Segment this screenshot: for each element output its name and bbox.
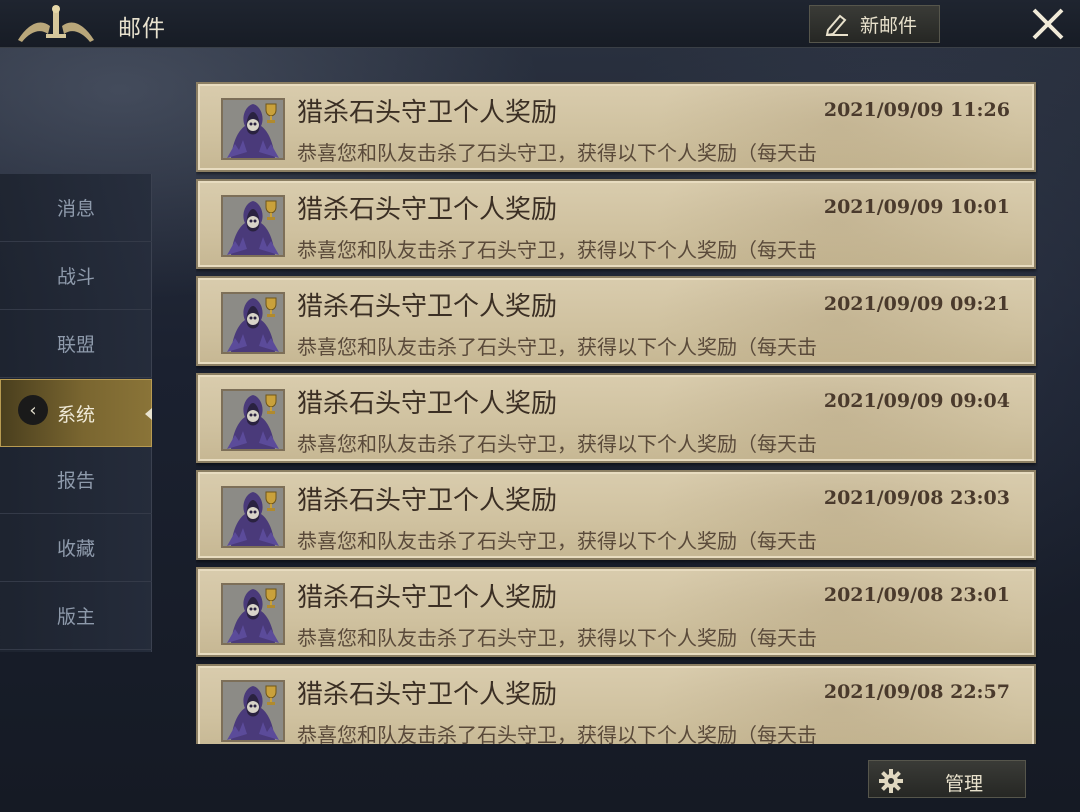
mail-title: 猎杀石头守卫个人奖励 [297, 98, 558, 128]
sidebar-item-label: 战斗 [56, 266, 95, 288]
mail-preview: 恭喜您和队友击杀了石头守卫，获得以下个人奖励（每天击 [297, 141, 817, 165]
header-bar: 邮件 新邮件 [0, 0, 1080, 48]
mail-timestamp: 2021/09/08 22:57 [823, 681, 1010, 703]
sidebar-item-label: 消息 [56, 198, 95, 220]
manage-button[interactable]: 管理 [868, 760, 1026, 798]
sidebar-item-label: 联盟 [56, 334, 95, 356]
sidebar-item-favorites[interactable]: 收藏 [0, 514, 152, 582]
mail-title: 猎杀石头守卫个人奖励 [297, 389, 558, 419]
mail-preview: 恭喜您和队友击杀了石头守卫，获得以下个人奖励（每天击 [297, 238, 817, 262]
sidebar-item-label: 报告 [56, 470, 95, 492]
sidebar-item-reports[interactable]: 报告 [0, 446, 152, 514]
mail-preview: 恭喜您和队友击杀了石头守卫，获得以下个人奖励（每天击 [297, 529, 817, 553]
active-indicator [145, 408, 152, 420]
mail-title: 猎杀石头守卫个人奖励 [297, 486, 558, 516]
sidebar-item-system[interactable]: ‹ 系统 [0, 379, 152, 447]
trophy-icon [265, 491, 277, 511]
trophy-icon [265, 200, 277, 220]
trophy-icon [265, 297, 277, 317]
sidebar-item-moderator[interactable]: 版主 [0, 582, 152, 650]
mail-title: 猎杀石头守卫个人奖励 [297, 292, 558, 322]
mail-list[interactable]: 猎杀石头守卫个人奖励 2021/09/09 11:26 恭喜您和队友击杀了石头守… [196, 82, 1038, 744]
trophy-icon [265, 685, 277, 705]
sidebar-item-battle[interactable]: 战斗 [0, 242, 152, 310]
mail-timestamp: 2021/09/09 09:04 [823, 390, 1010, 412]
pencil-icon [825, 14, 848, 36]
hooded-skull-icon [221, 292, 285, 354]
page-title: 邮件 [118, 16, 166, 42]
trophy-icon [265, 394, 277, 414]
mail-item[interactable]: 猎杀石头守卫个人奖励 2021/09/09 10:01 恭喜您和队友击杀了石头守… [196, 179, 1036, 269]
mail-title: 猎杀石头守卫个人奖励 [297, 195, 558, 225]
hooded-skull-icon [221, 680, 285, 742]
mail-preview: 恭喜您和队友击杀了石头守卫，获得以下个人奖励（每天击 [297, 432, 817, 456]
trophy-icon [265, 588, 277, 608]
sidebar-item-alliance[interactable]: 联盟 [0, 310, 152, 378]
sidebar-item-label: 收藏 [56, 538, 95, 560]
gear-icon [879, 769, 903, 793]
mail-item[interactable]: 猎杀石头守卫个人奖励 2021/09/08 22:57 恭喜您和队友击杀了石头守… [196, 664, 1036, 744]
mail-item[interactable]: 猎杀石头守卫个人奖励 2021/09/08 23:03 恭喜您和队友击杀了石头守… [196, 470, 1036, 560]
guild-emblem-icon [18, 5, 94, 42]
sidebar-item-label: 版主 [56, 606, 95, 628]
manage-label: 管理 [945, 773, 984, 795]
mail-timestamp: 2021/09/08 23:01 [823, 584, 1010, 606]
collapse-arrow-icon[interactable]: ‹ [18, 395, 48, 425]
hooded-skull-icon [221, 486, 285, 548]
mail-item[interactable]: 猎杀石头守卫个人奖励 2021/09/09 09:21 恭喜您和队友击杀了石头守… [196, 276, 1036, 366]
mail-preview: 恭喜您和队友击杀了石头守卫，获得以下个人奖励（每天击 [297, 335, 817, 359]
hooded-skull-icon [221, 389, 285, 451]
mail-item[interactable]: 猎杀石头守卫个人奖励 2021/09/08 23:01 恭喜您和队友击杀了石头守… [196, 567, 1036, 657]
close-button[interactable] [1026, 4, 1070, 44]
sidebar-item-label: 系统 [56, 403, 95, 426]
mail-timestamp: 2021/09/09 09:21 [823, 293, 1010, 315]
mail-timestamp: 2021/09/09 11:26 [823, 99, 1010, 121]
mail-preview: 恭喜您和队友击杀了石头守卫，获得以下个人奖励（每天击 [297, 723, 817, 744]
new-mail-label: 新邮件 [860, 14, 918, 37]
mail-item[interactable]: 猎杀石头守卫个人奖励 2021/09/09 09:04 恭喜您和队友击杀了石头守… [196, 373, 1036, 463]
hooded-skull-icon [221, 583, 285, 645]
mail-item[interactable]: 猎杀石头守卫个人奖励 2021/09/09 11:26 恭喜您和队友击杀了石头守… [196, 82, 1036, 172]
sidebar: 消息 战斗 联盟 ‹ 系统 报告 收藏 版主 [0, 174, 152, 652]
hooded-skull-icon [221, 98, 285, 160]
trophy-icon [265, 103, 277, 123]
mail-preview: 恭喜您和队友击杀了石头守卫，获得以下个人奖励（每天击 [297, 626, 817, 650]
sidebar-item-messages[interactable]: 消息 [0, 174, 152, 242]
mail-timestamp: 2021/09/09 10:01 [823, 196, 1010, 218]
mail-title: 猎杀石头守卫个人奖励 [297, 680, 558, 710]
new-mail-button[interactable]: 新邮件 [809, 5, 940, 43]
close-icon [1032, 8, 1064, 40]
mail-timestamp: 2021/09/08 23:03 [823, 487, 1010, 509]
hooded-skull-icon [221, 195, 285, 257]
mail-title: 猎杀石头守卫个人奖励 [297, 583, 558, 613]
